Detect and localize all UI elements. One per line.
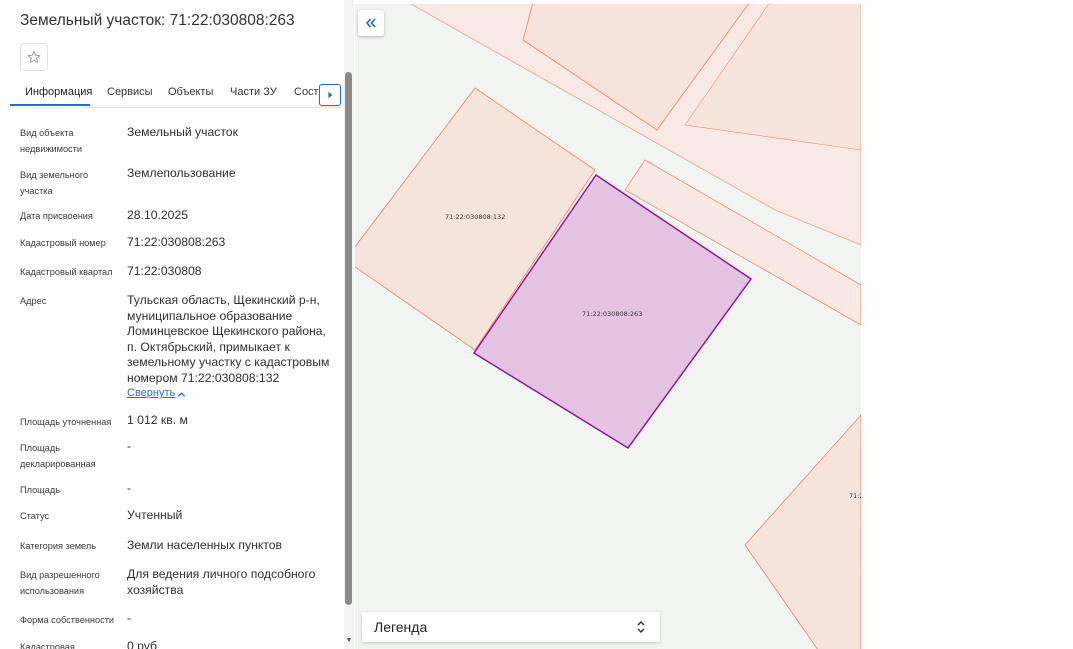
field-label-permitted-use: Вид разрешенного использования [20, 570, 100, 596]
favorite-button[interactable] [20, 43, 48, 71]
map-canvas[interactable]: 71:22:030808:132 71:22:030808:263 71:2 [355, 0, 861, 649]
double-chevron-left-icon [365, 18, 376, 28]
info-panel: Земельный участок: 71:22:030808:263 Инфо… [0, 0, 356, 649]
field-value-cadastral-value: 0 руб [127, 639, 158, 649]
parcel-label-neighbor: 71:22:030808:132 [445, 213, 505, 221]
parcel-bottom-right[interactable] [744, 414, 861, 649]
field-value-ownership-form: - [127, 611, 132, 625]
field-value-cadastral-quarter: 71:22:030808 [127, 264, 202, 278]
field-value-address: Тульская область, Щекинский р-н, муницип… [127, 293, 330, 385]
star-outline-icon [27, 50, 41, 63]
address-collapse-link[interactable]: Свернуть [127, 387, 175, 399]
field-value-status: Учтенный [127, 508, 183, 522]
collapse-panel-button[interactable] [358, 10, 384, 36]
tab-objects[interactable]: Объекты [168, 86, 213, 98]
legend-dropdown[interactable]: Легенда [362, 612, 660, 642]
field-label-area: Площадь [20, 485, 60, 495]
active-tab-indicator [10, 104, 90, 106]
field-value-cadastral-number: 71:22:030808:263 [127, 235, 226, 249]
chevron-right-icon [328, 91, 333, 99]
scroll-down-arrow-icon[interactable]: ▼ [344, 636, 354, 646]
field-label-cadastral-number: Кадастровый номер [20, 238, 106, 248]
panel-scrollbar-thumb[interactable] [345, 72, 352, 605]
field-value-assignment-date: 28.10.2025 [127, 208, 188, 222]
tab-parts[interactable]: Части ЗУ [230, 86, 277, 98]
tabs-scroll-right-button[interactable] [319, 84, 341, 106]
field-value-land-category: Земли населенных пунктов [127, 538, 282, 552]
parcel-label-selected: 71:22:030808:263 [582, 310, 642, 318]
field-label-cadastral-value: Кадастровая [20, 642, 75, 649]
field-value-area: - [127, 481, 132, 495]
field-label-ownership-form: Форма собственности [20, 615, 115, 625]
field-label-assignment-date: Дата присвоения [20, 211, 93, 221]
cadastral-map[interactable]: 71:22:030808:132 71:22:030808:263 71:2 Л… [355, 0, 861, 649]
field-value-permitted-use: Для ведения личного подсобного хозяйства [127, 567, 316, 597]
field-label-object-type: Вид объекта недвижимости [20, 128, 82, 154]
field-label-cadastral-quarter: Кадастровый квартал [20, 267, 113, 277]
blank-area [861, 0, 1073, 649]
field-label-area-declared: Площадь декларированная [20, 443, 96, 469]
field-value-parcel-type: Землепользование [127, 166, 236, 180]
field-value-object-type: Земельный участок [127, 125, 238, 139]
field-label-status: Статус [20, 511, 50, 521]
field-label-land-category: Категория земель [20, 541, 96, 551]
tab-info[interactable]: Информация [25, 86, 92, 98]
page-title: Земельный участок: 71:22:030808:263 [20, 12, 295, 29]
field-label-parcel-type: Вид земельного участка [20, 170, 89, 196]
legend-label: Легенда [374, 619, 428, 635]
field-value-area-declared: - [127, 439, 132, 453]
field-label-area-specified: Площадь уточненная [20, 417, 112, 427]
tab-services[interactable]: Сервисы [107, 86, 153, 98]
field-label-address: Адрес [20, 296, 47, 306]
top-strip [355, 0, 861, 4]
field-value-area-specified: 1 012 кв. м [127, 413, 188, 427]
up-down-chevron-icon[interactable] [636, 620, 646, 634]
chevron-up-icon[interactable] [177, 390, 186, 399]
parcel-label-right-partial: 71:2 [849, 492, 861, 500]
